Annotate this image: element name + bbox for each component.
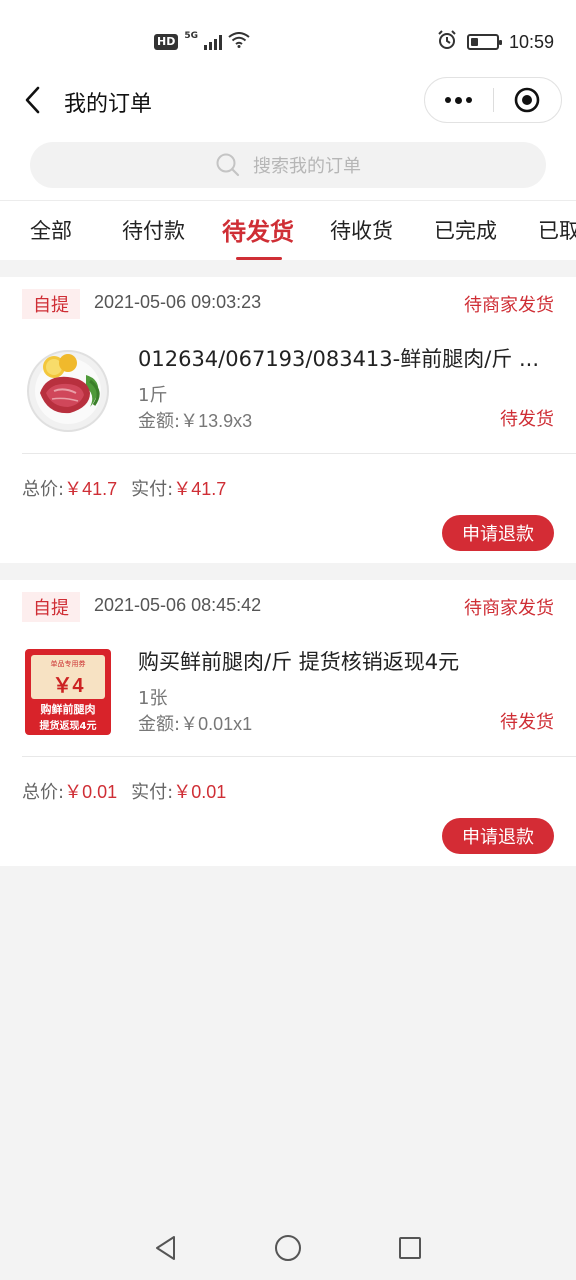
status-time: 10:59 [508,31,554,52]
paid-price: 实付:￥41.7 [131,475,226,501]
order-card[interactable]: 自提 2021-05-06 09:03:23 待商家发货 012634/0671… [0,277,576,563]
order-time: 2021-05-06 09:03:23 [94,292,262,312]
circle-home-icon [275,1235,301,1261]
square-recents-icon [399,1237,421,1259]
amount-label: 金额: [138,411,181,432]
status-left: HD 5G [154,31,250,52]
pickup-tag: 自提 [22,592,80,622]
wifi-icon [228,32,250,52]
product-amount: 金额:￥0.01x1 [138,710,252,736]
item-status: 待发货 [500,409,554,430]
order-card[interactable]: 自提 2021-05-06 08:45:42 待商家发货 单品专用券 ￥4 购鲜… [0,580,576,866]
system-nav-bar [0,1214,576,1280]
search-area: 搜索我的订单 [0,132,576,200]
product-spec: 1张 [138,688,168,709]
divider [22,756,576,757]
back-button[interactable] [16,82,50,118]
order-header: 自提 2021-05-06 08:45:42 待商家发货 [0,580,576,634]
status-right: 10:59 [437,30,554,54]
paid-value: ￥0.01 [173,782,227,802]
product-title[interactable]: 购买鲜前腿肉/斤 提货核销返现4元 [138,646,554,676]
page-title: 我的订单 [64,92,153,117]
total-price: 总价:￥41.7 [22,475,117,501]
alarm-icon [437,30,457,54]
tab-completed[interactable]: 已完成 [434,215,497,245]
system-recents-button[interactable] [394,1232,426,1264]
chevron-left-icon [25,86,40,114]
product-amount: 金额:￥13.9x3 [138,407,252,433]
system-back-button[interactable] [150,1232,182,1264]
signal-icon [204,34,222,50]
target-icon [514,87,540,113]
meat-icon [27,350,109,432]
triangle-back-icon [156,1236,175,1260]
paid-price: 实付:￥0.01 [131,778,226,804]
miniprogram-capsule [424,77,562,123]
amount-label: 金额: [138,714,181,735]
divider [22,453,576,454]
amount-value: ￥0.01x1 [180,714,253,734]
coupon-top-label: 单品专用券 [50,660,86,668]
pickup-tag: 自提 [22,289,80,319]
more-button[interactable] [425,78,493,122]
product-spec: 1斤 [138,385,168,406]
tab-cancelled[interactable]: 已取消 [538,215,576,245]
network-label: 5G [184,31,198,41]
battery-icon [466,34,502,50]
close-miniprogram-button[interactable] [494,78,562,122]
system-home-button[interactable] [272,1232,304,1264]
total-value: ￥41.7 [64,479,118,499]
order-time: 2021-05-06 08:45:42 [94,595,262,615]
amount-value: ￥13.9x3 [180,411,253,431]
refund-button[interactable]: 申请退款 [442,818,554,854]
tab-pending-payment[interactable]: 待付款 [122,215,185,245]
paid-label: 实付: [131,782,174,803]
order-tabs: 全部 待付款 待发货 待收货 已完成 已取消 [0,200,576,260]
tab-pending-receipt[interactable]: 待收货 [330,215,393,245]
order-header: 自提 2021-05-06 09:03:23 待商家发货 [0,277,576,331]
more-dots-icon [445,96,473,104]
order-status: 待商家发货 [464,295,554,316]
product-title[interactable]: 012634/067193/083413-鲜前腿肉/斤 ... [138,343,554,373]
order-totals: 总价:￥41.7 实付:￥41.7 [22,475,226,501]
refund-button[interactable]: 申请退款 [442,515,554,551]
item-status: 待发货 [500,712,554,733]
coupon-value: ￥4 [52,675,84,697]
search-input[interactable]: 搜索我的订单 [30,142,546,188]
search-icon [216,153,240,177]
coupon-line1: 购鲜前腿肉 [40,703,96,716]
search-placeholder: 搜索我的订单 [253,156,361,177]
total-label: 总价: [22,479,65,500]
paid-label: 实付: [131,479,174,500]
coupon-icon: 单品专用券 ￥4 购鲜前腿肉 提货返现4元 [25,649,111,735]
active-tab-indicator [236,257,282,260]
order-totals: 总价:￥0.01 实付:￥0.01 [22,778,226,804]
total-value: ￥0.01 [64,782,118,802]
nav-bar: 我的订单 [0,70,576,132]
hd-badge: HD [154,34,179,50]
total-label: 总价: [22,782,65,803]
total-price: 总价:￥0.01 [22,778,117,804]
order-status: 待商家发货 [464,598,554,619]
product-image[interactable] [22,343,114,435]
paid-value: ￥41.7 [173,479,227,499]
battery-level [470,38,478,46]
product-image[interactable]: 单品专用券 ￥4 购鲜前腿肉 提货返现4元 [22,646,114,738]
tab-all[interactable]: 全部 [30,215,72,245]
coupon-line2: 提货返现4元 [39,721,97,732]
coupon-top: 单品专用券 ￥4 [31,655,105,699]
tab-pending-shipment[interactable]: 待发货 [222,212,294,247]
